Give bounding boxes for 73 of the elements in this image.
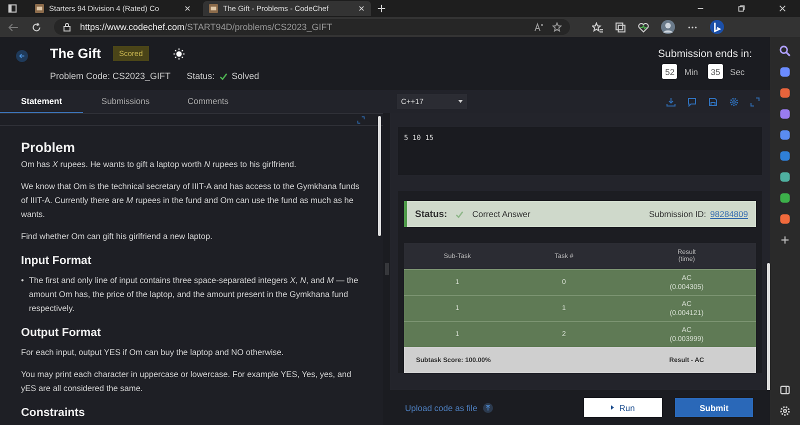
submission-label: Submission ID: bbox=[649, 209, 706, 219]
timer-unit: Sec bbox=[730, 66, 745, 76]
panel-tab[interactable]: Submissions bbox=[83, 90, 168, 113]
timer-value: 52 bbox=[662, 64, 678, 79]
problem-code: Problem Code: CS2023_GIFT bbox=[50, 71, 171, 81]
url-text: https://www.codechef.com/START94D/problems/CS2023_GIFT bbox=[80, 22, 332, 32]
upload-icon[interactable] bbox=[483, 402, 494, 412]
back-icon[interactable] bbox=[16, 50, 28, 62]
favicon-icon bbox=[209, 4, 218, 13]
submit-button[interactable]: Submit bbox=[675, 398, 753, 417]
sidebar-app-icon[interactable] bbox=[779, 66, 791, 78]
refresh-icon[interactable] bbox=[31, 22, 42, 32]
add-icon[interactable] bbox=[779, 234, 791, 246]
heart-rate-icon[interactable] bbox=[638, 22, 649, 32]
close-icon[interactable] bbox=[358, 5, 365, 12]
lock-icon bbox=[62, 22, 72, 32]
paragraph: We know that Om is the technical secretary of IIIT-A and has access to the Gymkhana funds of IIIT-A. Currently there are M rupees in the fund and Om can use the fund as much as he wants. bbox=[21, 180, 360, 221]
section-heading: Input Format bbox=[21, 255, 92, 267]
paragraph: Find whether Om can gift his girlfriend a new laptop. bbox=[21, 230, 214, 243]
bullet-item: The first and only line of input contains three space-separated integers X, N, and M — the amount Om has, the price of the laptop, and the amount present in the Gymkhana fund respectively. bbox=[28, 274, 360, 315]
bullet-marker: • bbox=[21, 274, 24, 287]
save-icon[interactable] bbox=[708, 96, 718, 106]
expand-icon[interactable] bbox=[357, 116, 365, 124]
section-heading: Constraints bbox=[21, 407, 86, 419]
timer-label: Submission ends in: bbox=[658, 48, 752, 60]
status-label: Status: bbox=[186, 71, 215, 81]
scrollbar[interactable] bbox=[767, 263, 770, 390]
timer-unit: Min bbox=[684, 66, 698, 76]
collections-icon[interactable] bbox=[615, 22, 626, 32]
status-text: Solved bbox=[232, 71, 260, 81]
sidebar-app-icon[interactable] bbox=[779, 108, 791, 120]
scrollbar[interactable] bbox=[378, 116, 381, 236]
timer-value: 35 bbox=[708, 64, 724, 79]
tab-actions-icon[interactable] bbox=[8, 4, 17, 13]
read-aloud-icon[interactable] bbox=[534, 22, 544, 32]
address-bar[interactable]: https://www.codechef.com/START94D/problems/CS2023_GIFT bbox=[54, 19, 570, 35]
favicon-icon bbox=[35, 4, 44, 13]
download-icon[interactable] bbox=[666, 96, 676, 106]
run-button[interactable]: Run bbox=[584, 398, 662, 417]
status-label: Status: bbox=[415, 208, 448, 220]
panel-tab[interactable]: Comments bbox=[178, 90, 238, 113]
sidebar-app-icon[interactable] bbox=[779, 129, 791, 141]
star-icon[interactable] bbox=[552, 22, 562, 32]
sidebar-app-icon[interactable] bbox=[779, 150, 791, 162]
restore-icon[interactable] bbox=[737, 4, 746, 13]
profile-avatar[interactable] bbox=[661, 20, 675, 34]
problem-title: The Gift bbox=[50, 46, 101, 61]
new-tab-icon[interactable] bbox=[377, 4, 386, 13]
paragraph: Om has X rupees. He wants to gift a laptop worth N rupees to his girlfriend. bbox=[21, 158, 298, 171]
back-icon[interactable] bbox=[8, 22, 19, 32]
sidebar-app-icon[interactable] bbox=[779, 213, 791, 225]
favorites-icon[interactable] bbox=[592, 22, 603, 32]
sidebar-app-icon[interactable] bbox=[779, 171, 791, 183]
section-heading: Output Format bbox=[21, 327, 102, 339]
close-icon[interactable] bbox=[778, 4, 787, 13]
status-text: Correct Answer bbox=[472, 209, 530, 219]
paragraph: You may print each character in uppercase or lowercase. For example YES, Yes, yes, and yES are all considered the same. bbox=[21, 368, 352, 395]
play-icon bbox=[611, 405, 614, 410]
section-heading: Problem bbox=[21, 140, 76, 155]
search-icon[interactable] bbox=[779, 45, 791, 57]
close-icon[interactable] bbox=[184, 5, 191, 12]
upload-link[interactable]: Upload code as file bbox=[405, 402, 478, 412]
sidebar-app-icon[interactable] bbox=[779, 192, 791, 204]
sidebar-app-icon[interactable] bbox=[779, 87, 791, 99]
expand-icon[interactable] bbox=[750, 96, 760, 106]
resize-handle[interactable] bbox=[384, 263, 388, 275]
submission-link[interactable]: 98284809 bbox=[710, 209, 748, 219]
sidebar-toggle-icon[interactable] bbox=[779, 384, 791, 396]
comment-icon[interactable] bbox=[687, 96, 697, 106]
paragraph: For each input, output YES if Om can buy the laptop and NO otherwise. bbox=[21, 346, 285, 359]
check-icon bbox=[455, 210, 464, 218]
sun-icon[interactable] bbox=[172, 48, 185, 60]
caret-icon bbox=[458, 100, 463, 103]
